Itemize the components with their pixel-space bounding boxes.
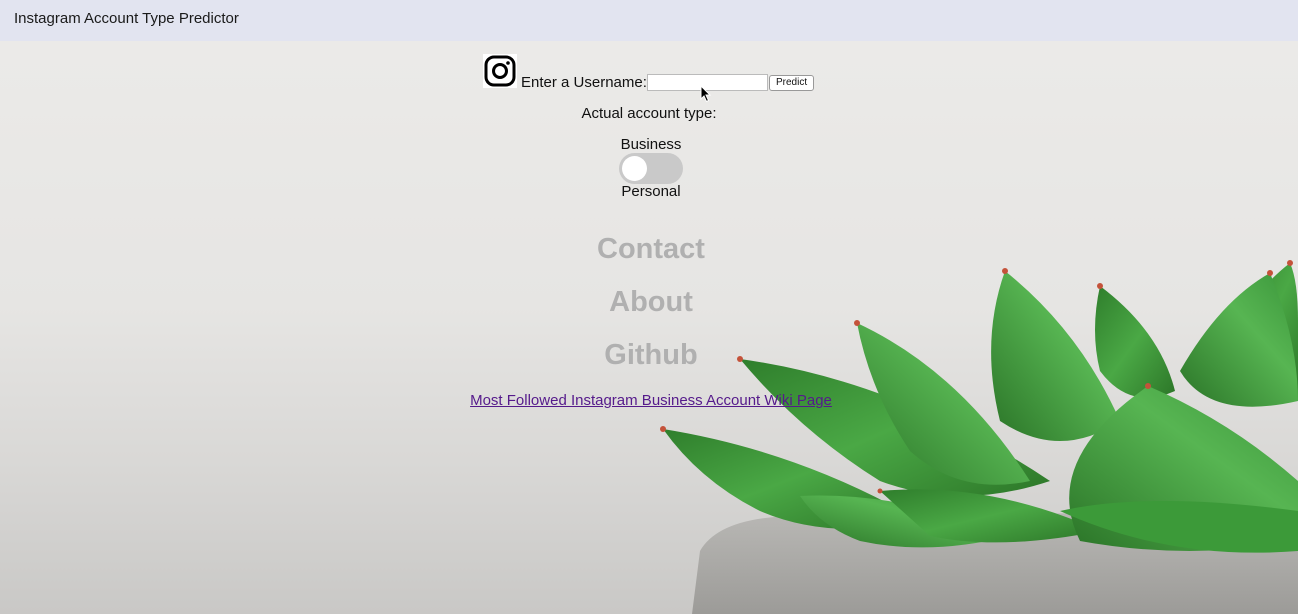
business-option-label: Business xyxy=(620,136,682,153)
mouse-cursor-icon xyxy=(700,85,712,103)
wiki-page-link[interactable]: Most Followed Instagram Business Account… xyxy=(0,392,1298,409)
github-link[interactable]: Github xyxy=(0,339,1298,372)
predict-button[interactable]: Predict xyxy=(769,75,815,91)
toggle-knob xyxy=(622,156,647,181)
actual-account-type-label: Actual account type: xyxy=(581,105,717,122)
succulent-background-image xyxy=(660,260,1298,614)
title-bar: Instagram Account Type Predictor xyxy=(0,0,1298,41)
personal-option-label: Personal xyxy=(621,183,681,200)
about-link[interactable]: About xyxy=(0,286,1298,319)
username-label: Enter a Username: xyxy=(521,74,647,91)
account-type-toggle[interactable] xyxy=(619,153,683,184)
page-title: Instagram Account Type Predictor xyxy=(14,10,239,27)
contact-link[interactable]: Contact xyxy=(0,233,1298,266)
instagram-icon xyxy=(483,54,517,88)
